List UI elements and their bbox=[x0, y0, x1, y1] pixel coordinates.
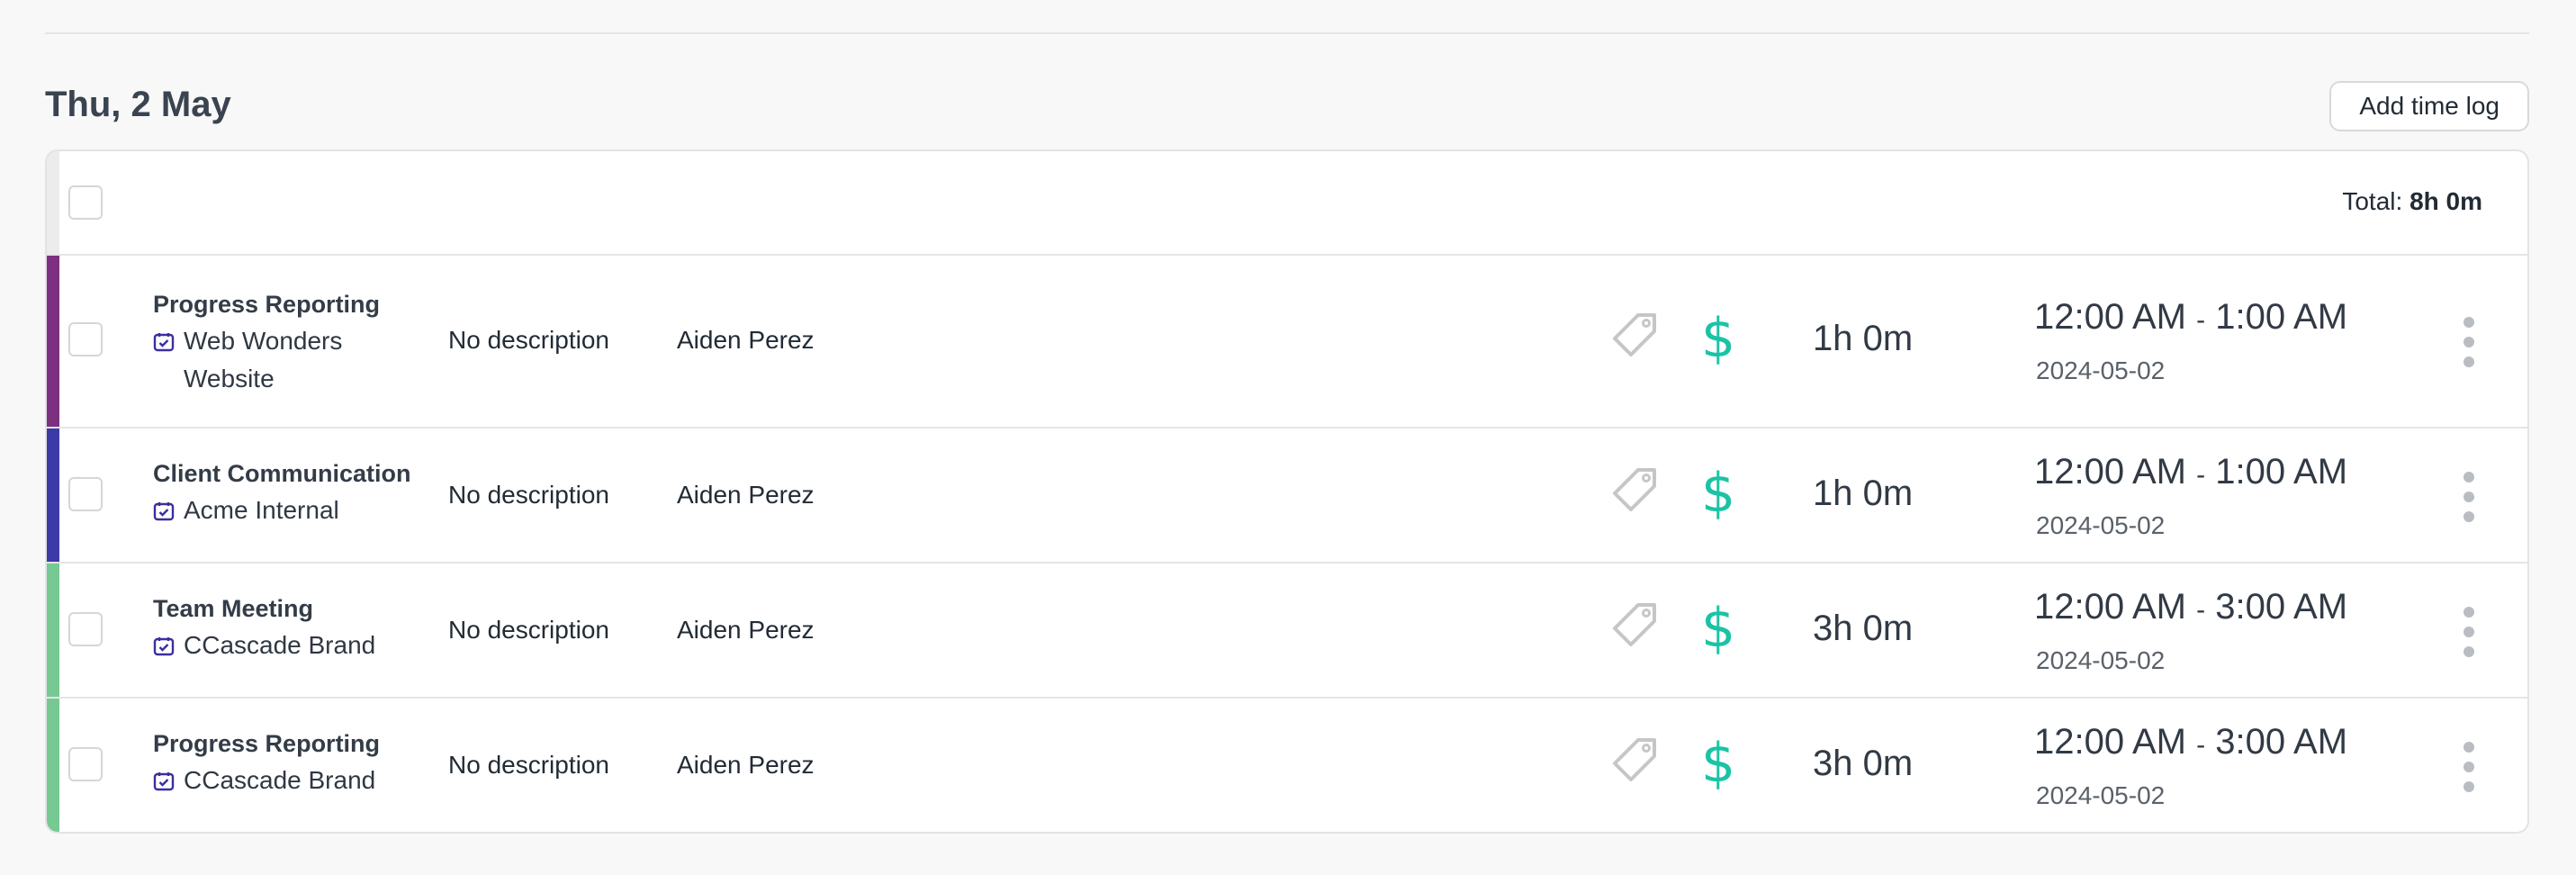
tag-icon[interactable] bbox=[1606, 598, 1663, 655]
time-range[interactable]: 12:00 AM - 3:00 AM bbox=[2034, 587, 2347, 627]
total-label: Total: bbox=[2342, 187, 2403, 215]
more-vertical-icon[interactable] bbox=[2455, 742, 2482, 792]
billable-dollar-icon[interactable]: $ bbox=[1701, 466, 1735, 520]
table-row[interactable]: Progress Reporting CCascade Brand No des… bbox=[47, 699, 2527, 832]
project-link[interactable]: Web Wonders Website bbox=[153, 322, 391, 398]
description[interactable]: No description bbox=[448, 616, 609, 645]
calendar-check-icon bbox=[153, 637, 175, 656]
more-vertical-icon[interactable] bbox=[2455, 472, 2482, 522]
time-separator: - bbox=[2196, 460, 2206, 490]
table-header-row: Total: 8h 0m bbox=[47, 151, 2527, 256]
calendar-check-icon bbox=[153, 333, 175, 352]
end-time: 1:00 AM bbox=[2215, 297, 2348, 337]
task-block: Progress Reporting CCascade Brand bbox=[153, 726, 391, 799]
duration[interactable]: 3h 0m bbox=[1813, 744, 1913, 784]
start-time: 12:00 AM bbox=[2034, 297, 2187, 337]
task-name: Client Communication bbox=[153, 460, 411, 487]
billable-dollar-icon[interactable]: $ bbox=[1701, 601, 1735, 655]
total-value: 8h 0m bbox=[2409, 187, 2482, 215]
task-block: Progress Reporting Web Wonders Website bbox=[153, 286, 391, 398]
start-time: 12:00 AM bbox=[2034, 452, 2187, 492]
project-name: CCascade Brand bbox=[184, 631, 376, 659]
time-separator: - bbox=[2196, 730, 2206, 760]
description[interactable]: No description bbox=[448, 326, 609, 355]
time-separator: - bbox=[2196, 595, 2206, 625]
row-checkbox[interactable] bbox=[68, 612, 103, 646]
project-color-strip bbox=[47, 699, 59, 832]
user-name[interactable]: Aiden Perez bbox=[677, 616, 815, 645]
task-name: Progress Reporting bbox=[153, 291, 381, 318]
user-name[interactable]: Aiden Perez bbox=[677, 481, 815, 510]
table-row[interactable]: Team Meeting CCascade Brand No descripti… bbox=[47, 564, 2527, 699]
user-name[interactable]: Aiden Perez bbox=[677, 326, 815, 355]
project-color-strip bbox=[47, 256, 59, 427]
description[interactable]: No description bbox=[448, 481, 609, 510]
select-all-checkbox[interactable] bbox=[68, 185, 103, 220]
entry-date: 2024-05-02 bbox=[2036, 356, 2166, 384]
time-range[interactable]: 12:00 AM - 3:00 AM bbox=[2034, 722, 2347, 762]
time-range[interactable]: 12:00 AM - 1:00 AM bbox=[2034, 452, 2347, 492]
start-time: 12:00 AM bbox=[2034, 722, 2187, 762]
more-vertical-icon[interactable] bbox=[2455, 607, 2482, 657]
time-separator: - bbox=[2196, 305, 2206, 335]
project-color-strip bbox=[47, 564, 59, 697]
project-name: Web Wonders Website bbox=[184, 327, 343, 392]
header-strip bbox=[47, 151, 59, 254]
task-name: Team Meeting bbox=[153, 595, 314, 622]
time-range[interactable]: 12:00 AM - 1:00 AM bbox=[2034, 297, 2347, 338]
time-log-table: Total: 8h 0m Progress Reporting Web Wond… bbox=[45, 149, 2529, 834]
project-name: CCascade Brand bbox=[184, 766, 376, 794]
more-vertical-icon[interactable] bbox=[2455, 317, 2482, 367]
table-row[interactable]: Progress Reporting Web Wonders Website N… bbox=[47, 256, 2527, 428]
row-checkbox[interactable] bbox=[68, 322, 103, 356]
task-name: Progress Reporting bbox=[153, 730, 381, 757]
duration[interactable]: 3h 0m bbox=[1813, 609, 1913, 649]
top-divider bbox=[45, 32, 2529, 34]
row-checkbox[interactable] bbox=[68, 477, 103, 511]
calendar-check-icon bbox=[153, 772, 175, 791]
task-block: Team Meeting CCascade Brand bbox=[153, 591, 391, 664]
end-time: 3:00 AM bbox=[2215, 722, 2348, 762]
calendar-check-icon bbox=[153, 502, 175, 521]
description[interactable]: No description bbox=[448, 751, 609, 780]
day-title: Thu, 2 May bbox=[45, 85, 231, 124]
project-name: Acme Internal bbox=[184, 496, 339, 524]
table-row[interactable]: Client Communication Acme Internal No de… bbox=[47, 428, 2527, 564]
tag-icon[interactable] bbox=[1606, 463, 1663, 520]
entry-date: 2024-05-02 bbox=[2036, 781, 2166, 809]
task-block: Client Communication Acme Internal bbox=[153, 456, 411, 529]
project-link[interactable]: CCascade Brand bbox=[153, 762, 391, 799]
total-duration: Total: 8h 0m bbox=[2342, 187, 2482, 216]
entry-date: 2024-05-02 bbox=[2036, 646, 2166, 674]
row-checkbox[interactable] bbox=[68, 747, 103, 781]
billable-dollar-icon[interactable]: $ bbox=[1701, 311, 1735, 365]
end-time: 1:00 AM bbox=[2215, 452, 2348, 492]
add-time-log-button[interactable]: Add time log bbox=[2329, 81, 2529, 131]
entry-date: 2024-05-02 bbox=[2036, 511, 2166, 539]
day-header: Thu, 2 May Add time log bbox=[45, 81, 2529, 135]
start-time: 12:00 AM bbox=[2034, 587, 2187, 627]
end-time: 3:00 AM bbox=[2215, 587, 2348, 627]
tag-icon[interactable] bbox=[1606, 733, 1663, 790]
tag-icon[interactable] bbox=[1606, 308, 1663, 365]
project-link[interactable]: Acme Internal bbox=[153, 492, 391, 529]
project-color-strip bbox=[47, 428, 59, 562]
project-link[interactable]: CCascade Brand bbox=[153, 627, 391, 664]
user-name[interactable]: Aiden Perez bbox=[677, 751, 815, 780]
duration[interactable]: 1h 0m bbox=[1813, 319, 1913, 359]
billable-dollar-icon[interactable]: $ bbox=[1701, 736, 1735, 790]
duration[interactable]: 1h 0m bbox=[1813, 474, 1913, 514]
